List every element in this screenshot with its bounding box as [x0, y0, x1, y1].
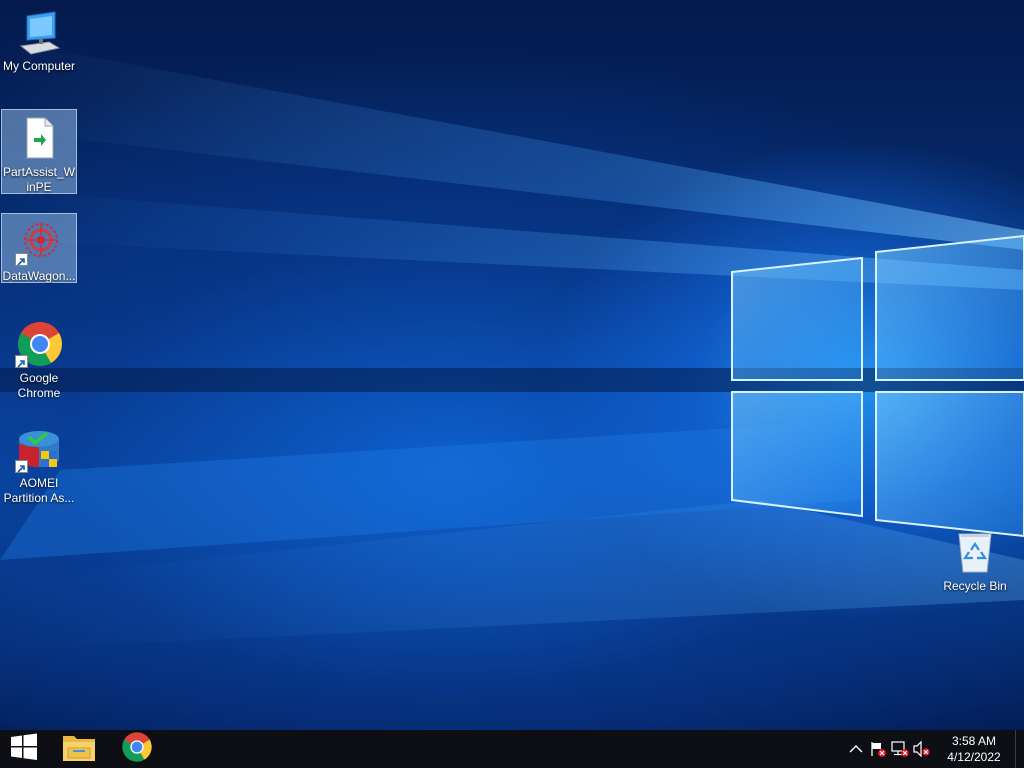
desktop-icon-google-chrome[interactable]: Google Chrome	[1, 316, 77, 401]
taskbar: 3:58 AM 4/12/2022	[0, 730, 1024, 768]
desktop-icon-label: DataWagon...	[2, 269, 76, 283]
desktop-icon-datawagon[interactable]: DataWagon...	[1, 213, 77, 283]
folder-icon	[62, 732, 96, 767]
desktop-icon-label: PartAssist_WinPE	[2, 165, 75, 194]
chrome-icon	[15, 320, 63, 368]
taskbar-file-explorer-button[interactable]	[54, 730, 104, 768]
start-button[interactable]	[0, 730, 48, 768]
desktop-icon-aomei-partition-assistant[interactable]: AOMEI Partition As...	[1, 421, 77, 506]
desktop-icon-partassist-winpe[interactable]: PartAssist_WinPE	[1, 109, 77, 194]
shortcut-arrow-icon	[15, 460, 28, 473]
windows-logo-icon	[10, 733, 38, 766]
action-center-flag-icon[interactable]	[867, 730, 889, 768]
wallpaper-light-beams	[0, 40, 1024, 650]
computer-icon	[15, 8, 63, 56]
system-tray: 3:58 AM 4/12/2022	[845, 730, 1024, 768]
taskbar-chrome-button[interactable]	[112, 730, 162, 768]
show-desktop-button[interactable]	[1015, 730, 1024, 768]
chevron-up-icon[interactable]	[845, 730, 867, 768]
desktop-icon-my-computer[interactable]: My Computer	[1, 4, 77, 74]
file-icon	[15, 114, 63, 162]
clock-time: 3:58 AM	[951, 734, 997, 748]
recycle-bin-icon	[951, 528, 999, 576]
shortcut-arrow-icon	[15, 355, 28, 368]
desktop-icon-label: My Computer	[2, 59, 76, 73]
desktop-icon-label: Google Chrome	[17, 371, 61, 400]
clock-date: 4/12/2022	[947, 750, 1001, 764]
desktop-icon-label: Recycle Bin	[943, 579, 1007, 593]
taskbar-clock[interactable]: 3:58 AM 4/12/2022	[939, 733, 1009, 765]
desktop-icon-recycle-bin[interactable]: Recycle Bin	[937, 524, 1013, 594]
network-icon[interactable]	[889, 730, 911, 768]
shortcut-arrow-icon	[15, 253, 28, 266]
volume-muted-icon[interactable]	[911, 730, 933, 768]
desktop-wallpaper	[0, 0, 1024, 730]
desktop-icon-label: AOMEI Partition As...	[3, 476, 75, 505]
datawagon-icon	[15, 218, 63, 266]
chrome-icon	[121, 731, 153, 768]
aomei-icon	[15, 425, 63, 473]
